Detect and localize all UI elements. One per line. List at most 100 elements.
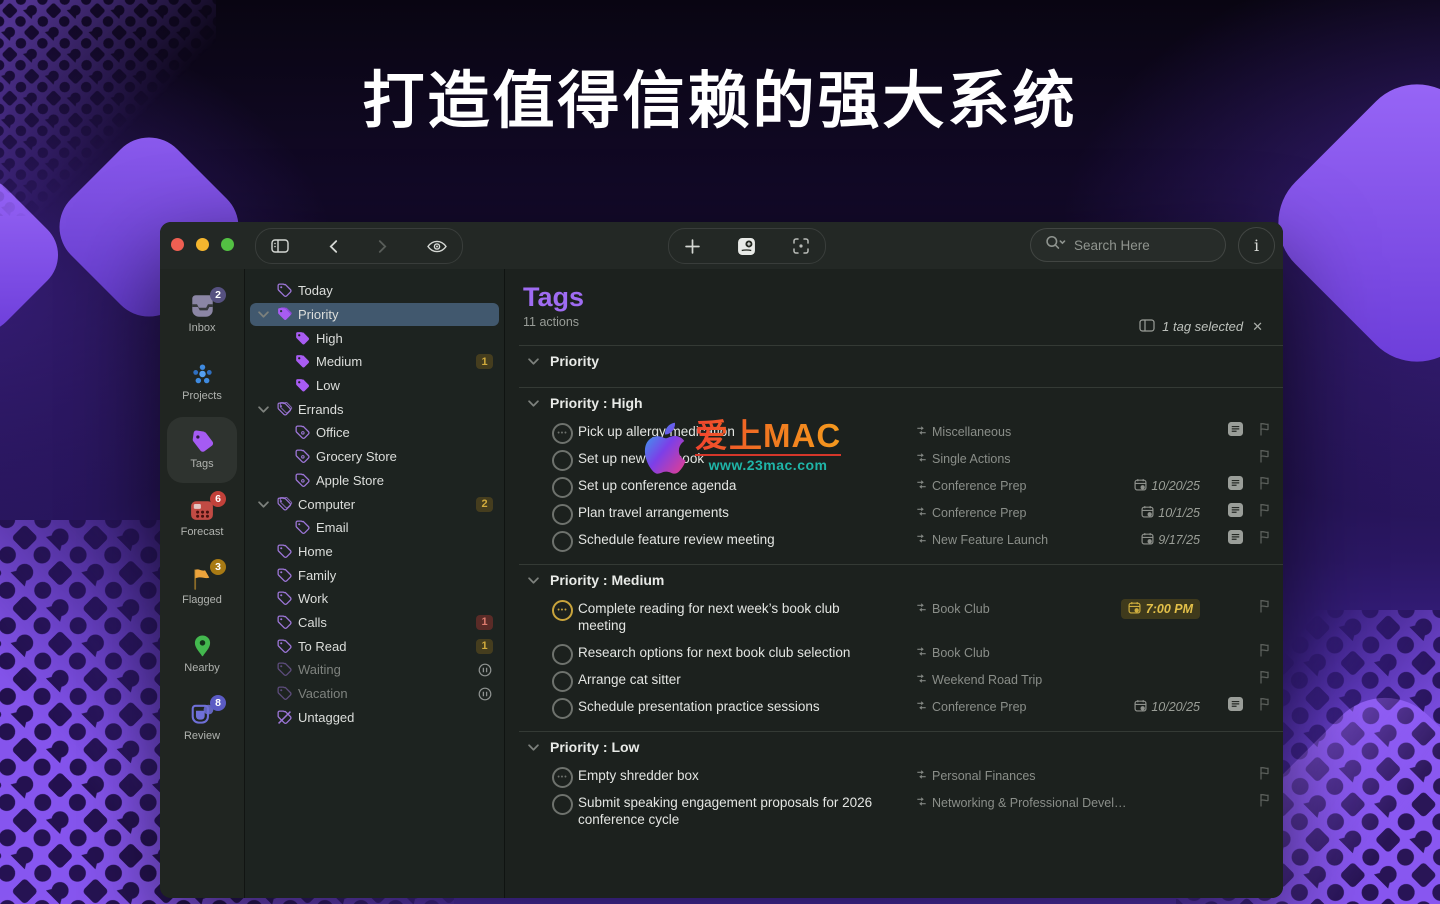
chevron-down-icon[interactable] [528,576,539,584]
task-status-circle[interactable] [552,476,573,498]
task-row[interactable]: ••• Empty shredder box Personal Finances [519,762,1283,789]
task-row[interactable]: Arrange cat sitter Weekend Road Trip [519,666,1283,693]
zoom-window-button[interactable] [221,238,234,251]
task-row[interactable]: ••• Complete reading for next week’s book… [519,595,1283,639]
tag-row-high[interactable]: High [250,326,499,350]
note-icon[interactable] [1228,476,1243,495]
section-header[interactable]: Priority : Low [519,732,1283,762]
section-header[interactable]: Priority : Medium [519,565,1283,595]
note-icon[interactable] [1228,530,1243,549]
info-button[interactable]: i [1238,227,1275,264]
task-title[interactable]: Schedule feature review meeting [578,526,888,553]
task-title[interactable]: Plan travel arrangements [578,499,888,526]
section-header[interactable]: Priority [519,346,1283,376]
task-title[interactable]: Complete reading for next week’s book cl… [578,595,888,639]
flag-icon[interactable] [1259,530,1271,549]
tag-row-family[interactable]: Family [250,563,499,587]
note-icon[interactable] [1228,422,1243,441]
flag-icon[interactable] [1259,449,1271,468]
task-row[interactable]: Set up conference agenda Conference Prep 1… [519,472,1283,499]
flag-icon[interactable] [1259,793,1271,812]
task-status-circle[interactable] [552,530,573,552]
task-status-circle[interactable]: ••• [552,422,573,444]
search-input[interactable]: Search Here [1030,228,1226,262]
task-row[interactable]: ••• Pick up allergy medication Miscellaneo… [519,418,1283,445]
flag-icon[interactable] [1259,422,1271,441]
task-status-circle[interactable]: ••• [552,766,573,788]
task-status-circle[interactable] [552,697,573,719]
sidebar-item-tags[interactable]: Tags [167,417,237,483]
task-status-circle[interactable] [552,643,573,665]
chevron-down-icon[interactable] [528,743,539,751]
tag-row-work[interactable]: Work [250,587,499,611]
quick-entry-icon[interactable] [737,237,756,256]
close-window-button[interactable] [171,238,184,251]
tag-row-waiting[interactable]: Waiting [250,658,499,682]
sidebar-item-review[interactable]: 8 Review [167,689,237,755]
tag-row-home[interactable]: Home [250,540,499,564]
tag-row-priority[interactable]: Priority [250,302,499,327]
task-due [1116,789,1220,816]
task-status-circle[interactable] [552,449,573,471]
task-row[interactable]: Submit speaking engagement proposals for… [519,789,1283,833]
focus-icon[interactable] [793,238,809,254]
flag-icon[interactable] [1259,766,1271,785]
chevron-down-icon[interactable] [258,500,277,508]
task-status-circle[interactable] [552,793,573,815]
sidebar-item-projects[interactable]: Projects [167,349,237,415]
watermark-url: www.23mac.com [708,457,828,473]
task-row[interactable]: Research options for next book club sele… [519,639,1283,666]
task-row[interactable]: Plan travel arrangements Conference Prep 1… [519,499,1283,526]
tag-row-errands[interactable]: Errands [250,397,499,421]
task-title[interactable]: Schedule presentation practice sessions [578,693,888,720]
close-icon[interactable]: ✕ [1250,319,1265,335]
forward-chevron-icon[interactable] [378,239,387,254]
tag-row-apple-store[interactable]: Apple Store [250,469,499,493]
task-title[interactable]: Empty shredder box [578,762,888,789]
tag-row-computer[interactable]: Computer 2 [250,492,499,516]
flag-icon[interactable] [1259,476,1271,495]
task-title[interactable]: Submit speaking engagement proposals for… [578,789,888,833]
sidebar-icon-wrap [189,430,215,454]
task-title[interactable]: Arrange cat sitter [578,666,888,693]
tag-row-to-read[interactable]: To Read 1 [250,634,499,658]
view-eye-icon[interactable] [427,240,447,253]
tag-row-low[interactable]: Low [250,374,499,398]
section-header[interactable]: Priority : High [519,388,1283,418]
sidebar-item-inbox[interactable]: 2 Inbox [167,281,237,347]
flag-icon[interactable] [1259,643,1271,662]
add-item-icon[interactable] [685,238,700,254]
task-status-circle[interactable] [552,503,573,525]
chevron-down-icon[interactable] [258,406,277,413]
tag-row-grocery-store[interactable]: Grocery Store [250,445,499,469]
flag-icon[interactable] [1259,697,1271,716]
task-row[interactable]: Set up new Macbook Single Actions [519,445,1283,472]
task-row[interactable]: Schedule presentation practice sessions C… [519,693,1283,720]
back-chevron-icon[interactable] [329,239,338,254]
tag-row-vacation[interactable]: Vacation [250,682,499,706]
sidebar-item-flagged[interactable]: 3 Flagged [167,553,237,619]
task-title[interactable]: Research options for next book club sele… [578,639,888,666]
tag-row-email[interactable]: Email [250,516,499,540]
minimize-window-button[interactable] [196,238,209,251]
sidebar-item-forecast[interactable]: 6 Forecast [167,485,237,551]
tag-row-today[interactable]: Today [250,279,499,303]
chevron-down-icon[interactable] [528,399,539,407]
task-status-circle[interactable]: ••• [552,599,573,621]
sidebar-toggle-icon[interactable] [271,239,289,253]
chevron-down-icon[interactable] [528,357,539,365]
flag-icon[interactable] [1259,599,1271,618]
task-row[interactable]: Schedule feature review meeting New Featu… [519,526,1283,553]
task-status-circle[interactable] [552,670,573,692]
tag-row-medium[interactable]: Medium 1 [250,350,499,374]
flag-icon[interactable] [1259,670,1271,689]
tag-row-untagged[interactable]: Untagged [250,705,499,729]
tag-row-office[interactable]: Office [250,421,499,445]
tag-row-calls[interactable]: Calls 1 [250,611,499,635]
note-icon[interactable] [1228,697,1243,716]
task-project-label: Conference Prep [932,478,1027,493]
chevron-down-icon[interactable] [258,311,277,318]
flag-icon[interactable] [1259,503,1271,522]
note-icon[interactable] [1228,503,1243,522]
sidebar-item-nearby[interactable]: Nearby [167,621,237,687]
